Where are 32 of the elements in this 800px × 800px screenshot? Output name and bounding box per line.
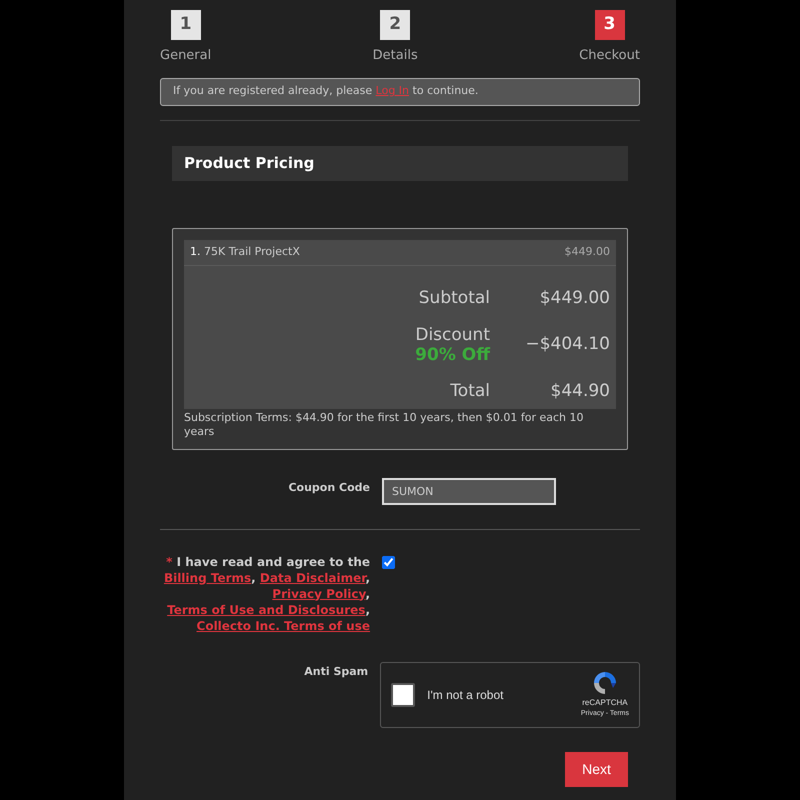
item-price: $449.00: [564, 244, 610, 260]
captcha-label: Anti Spam: [303, 664, 368, 680]
total-label: Total: [449, 380, 490, 403]
coupon-field[interactable]: SUMON: [382, 478, 556, 504]
step-label: General: [160, 47, 212, 65]
terms-link[interactable]: Data Disclaimer: [260, 570, 366, 584]
section-header: Product Pricing: [172, 146, 628, 180]
captcha-text: I'm not a robot: [427, 686, 504, 704]
captcha-checkbox[interactable]: [391, 682, 416, 706]
terms-link[interactable]: Billing Terms: [164, 570, 252, 584]
discount-value: −$404.10: [524, 333, 610, 356]
step-label: Checkout: [579, 47, 640, 65]
discount-label: Discount: [415, 325, 490, 345]
terms-link[interactable]: Privacy Policy: [272, 586, 366, 600]
step-number[interactable]: 3: [594, 10, 625, 40]
coupon-label: Coupon Code: [287, 480, 370, 496]
subtotal-value: $449.00: [538, 286, 610, 310]
step-number[interactable]: 2: [380, 10, 410, 40]
login-notice: If you are registered already, please Log In to continue.: [160, 78, 640, 106]
item-name: 1. 75K Trail ProjectX: [190, 244, 300, 260]
total-value: $44.90: [550, 380, 610, 403]
subscription-terms: Subscription Terms: $44.90 for the first 10 years, then $0.01 for each 10 years: [184, 410, 584, 438]
next-button[interactable]: Next: [565, 752, 628, 786]
terms-link[interactable]: Collecto Inc. Terms of use: [196, 618, 370, 632]
captcha-brand: reCAPTCHA: [582, 697, 628, 710]
discount-percent: 90% Off: [415, 345, 490, 365]
step-label: Details: [372, 47, 418, 65]
subtotal-label: Subtotal: [418, 286, 490, 310]
terms-link[interactable]: Terms of Use and Disclosures: [167, 602, 366, 616]
agreement-checkbox[interactable]: [382, 556, 395, 568]
step-number[interactable]: 1: [170, 10, 201, 40]
agreement-text: * I have read and agree to the Billing Terms, Data Disclaimer, Privacy Policy, Terms of Use and Disclosures, Collecto Inc. Terms of use: [162, 554, 370, 634]
